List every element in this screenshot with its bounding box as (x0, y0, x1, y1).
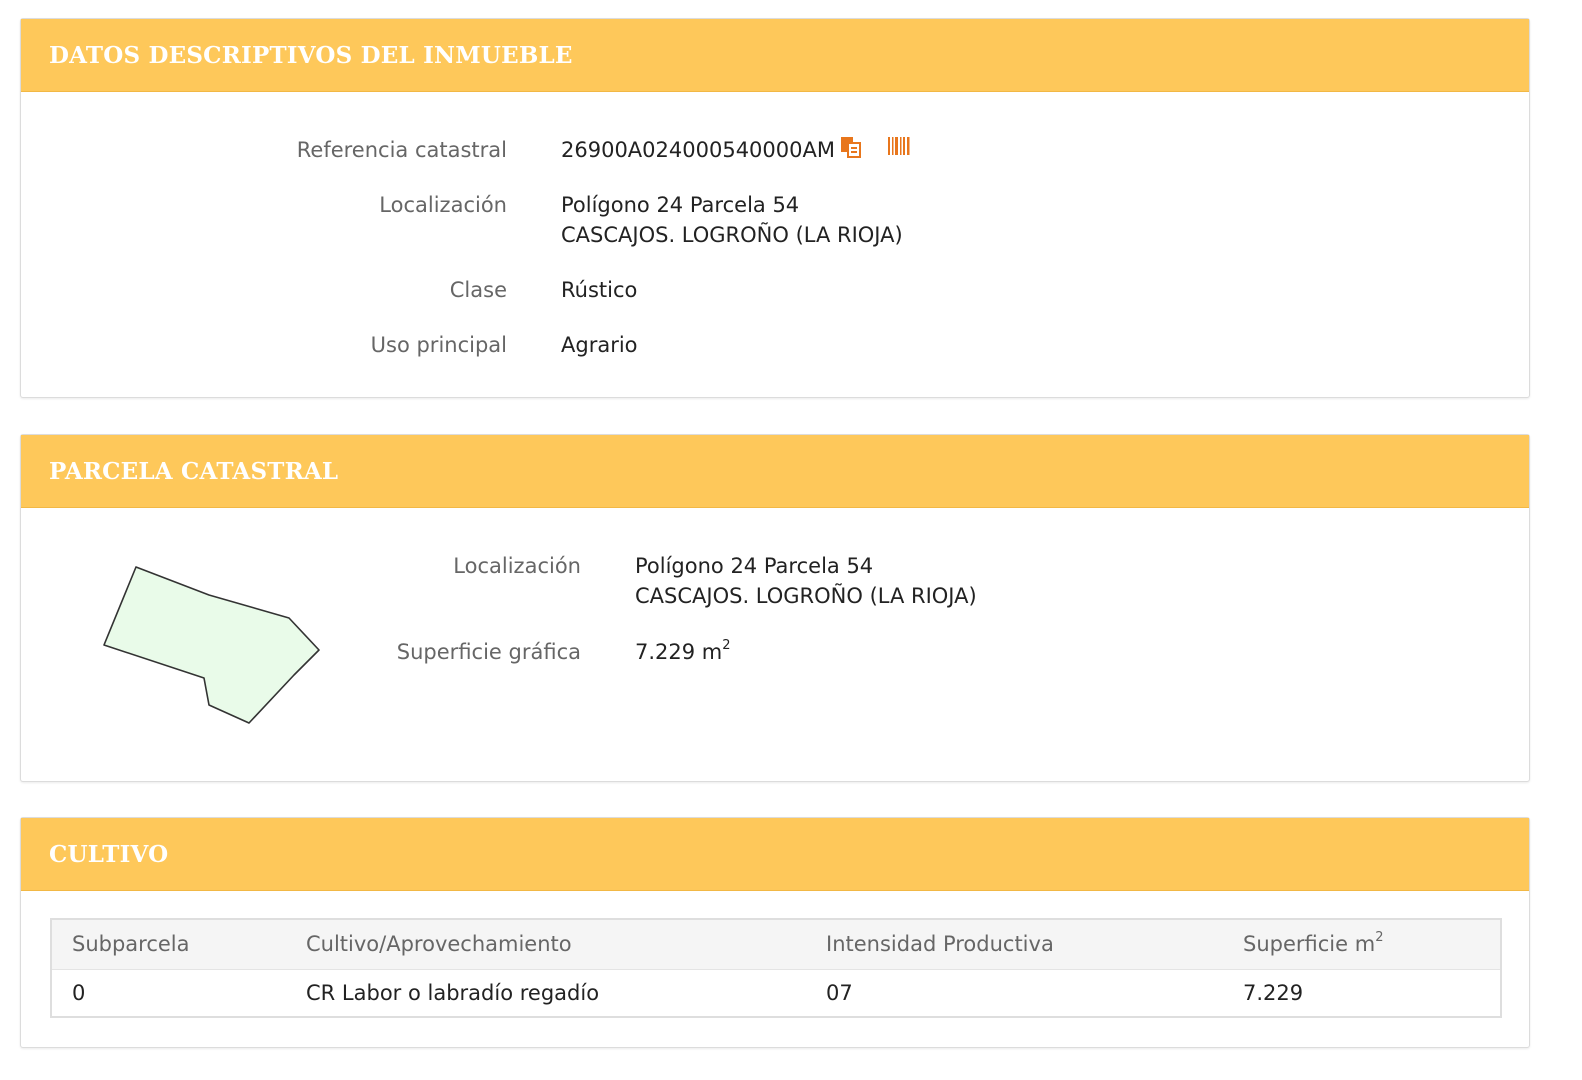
cell-cultivo: CR Labor o labradío regadío (306, 981, 600, 1005)
panel-title: DATOS DESCRIPTIVOS DEL INMUEBLE (49, 41, 573, 69)
parcela-loc-value: Polígono 24 Parcela 54 CASCAJOS. LOGROÑO… (635, 551, 977, 611)
superficie-number: 7.229 m (635, 640, 723, 664)
loc-line1: Polígono 24 Parcela 54 (561, 193, 800, 217)
parcela-loc-line1: Polígono 24 Parcela 54 (635, 554, 874, 578)
header-superficie-exponent: 2 (1375, 930, 1384, 945)
ref-value-row: 26900A024000540000AM (561, 135, 911, 167)
superficie-value: 7.229 m2 (635, 637, 731, 667)
superficie-label: Superficie gráfica (396, 640, 581, 664)
panel-cultivo: CULTIVO Subparcela Cultivo/Aprovechamien… (20, 817, 1530, 1048)
cell-superficie: 7.229 (1243, 981, 1304, 1005)
superficie-exponent: 2 (722, 638, 731, 653)
header-cultivo: Cultivo/Aprovechamiento (306, 932, 572, 956)
header-intensidad: Intensidad Productiva (826, 932, 1054, 956)
cultivo-table: Subparcela Cultivo/Aprovechamiento Inten… (50, 918, 1502, 1018)
panel-header: DATOS DESCRIPTIVOS DEL INMUEBLE (21, 19, 1529, 92)
loc-value: Polígono 24 Parcela 54 CASCAJOS. LOGROÑO… (561, 190, 903, 250)
table-row: 0 CR Labor o labradío regadío 07 7.229 (52, 970, 1500, 1016)
copy-icon[interactable] (839, 135, 863, 167)
clase-value: Rústico (561, 278, 638, 302)
panel-header: CULTIVO (21, 818, 1529, 891)
panel-title: PARCELA CATASTRAL (49, 457, 339, 485)
panel-title: CULTIVO (49, 840, 169, 868)
header-subparcela: Subparcela (72, 932, 190, 956)
header-superficie-text: Superficie m (1243, 932, 1376, 956)
panel-datos-descriptivos: DATOS DESCRIPTIVOS DEL INMUEBLE Referenc… (20, 18, 1530, 398)
cell-subparcela: 0 (72, 981, 86, 1005)
loc-label: Localización (379, 193, 507, 217)
table-header-row: Subparcela Cultivo/Aprovechamiento Inten… (52, 920, 1500, 970)
clase-label: Clase (449, 278, 507, 302)
parcela-loc-label: Localización (453, 554, 581, 578)
barcode-icon[interactable] (887, 135, 911, 167)
parcela-loc-line2: CASCAJOS. LOGROÑO (LA RIOJA) (635, 584, 977, 608)
cell-intensidad: 07 (826, 981, 853, 1005)
panel-header: PARCELA CATASTRAL (21, 435, 1529, 508)
ref-value: 26900A024000540000AM (561, 138, 835, 162)
uso-value: Agrario (561, 333, 638, 357)
uso-label: Uso principal (370, 333, 507, 357)
loc-line2: CASCAJOS. LOGROÑO (LA RIOJA) (561, 223, 903, 247)
header-superficie: Superficie m2 (1243, 920, 1383, 968)
ref-label: Referencia catastral (296, 138, 507, 162)
panel-parcela-catastral: PARCELA CATASTRAL Localización Polígono … (20, 434, 1530, 782)
